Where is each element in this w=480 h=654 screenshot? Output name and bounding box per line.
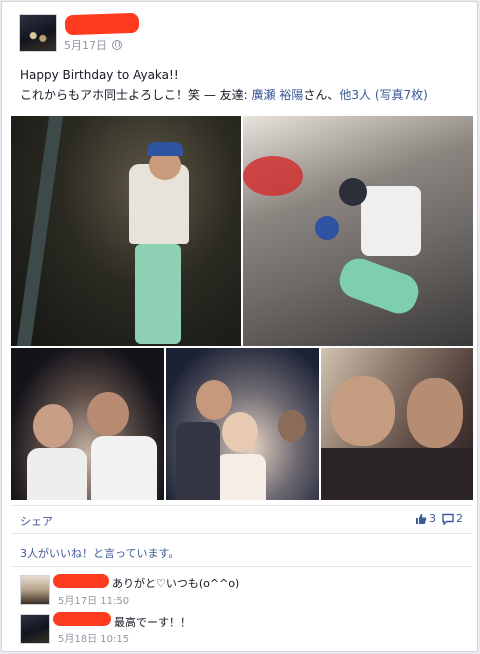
thumbs-up-icon (416, 513, 427, 524)
comment-text: 最高でーす！！ (114, 616, 191, 629)
photo-count-link[interactable]: (写真7枚) (375, 88, 428, 102)
comment-count-button[interactable]: 2 (442, 512, 463, 525)
commenter-avatar[interactable] (20, 614, 50, 644)
engagement-counts: 3 2 (415, 512, 463, 525)
post-text-body: これからもアホ同士よろしこ！笑 — 友達: (20, 88, 252, 102)
globe-icon[interactable] (112, 40, 122, 50)
comment-time[interactable]: 5月17日 11:50 (58, 592, 129, 607)
photo-4[interactable] (166, 348, 319, 500)
commenter-name-redacted (53, 574, 109, 588)
tag-separator: さん、 (303, 88, 340, 102)
share-button[interactable]: シェア (20, 513, 53, 529)
photo-3[interactable] (11, 348, 164, 500)
post-text-line2: これからもアホ同士よろしこ！笑 — 友達: 廣瀬 裕陽さん、他3人 (写真7枚) (20, 86, 428, 103)
divider (11, 505, 471, 506)
photo-1[interactable] (11, 116, 241, 346)
divider (11, 533, 471, 534)
author-name-redacted (64, 12, 140, 36)
divider (11, 566, 471, 567)
commenter-name-redacted (53, 612, 111, 626)
author-avatar[interactable] (19, 14, 57, 52)
photo-5[interactable] (321, 348, 473, 500)
tagged-friend-link[interactable]: 廣瀬 裕陽 (252, 88, 304, 102)
like-count: 3 (429, 512, 436, 525)
comment-count: 2 (456, 512, 463, 525)
commenter-avatar[interactable] (20, 575, 50, 605)
post-date[interactable]: 5月17日 (64, 37, 107, 53)
post-text-line1: Happy Birthday to Ayaka!! (20, 68, 179, 82)
comment-text: ありがと♡いつも(o^^o) (112, 577, 240, 590)
like-count-button[interactable]: 3 (415, 512, 436, 525)
comment-icon (442, 513, 454, 525)
tagged-others-link[interactable]: 他3人 (339, 88, 371, 102)
post-meta: 5月17日 (64, 37, 122, 53)
likes-summary-link[interactable]: 3人がいいね！と言っています。 (20, 545, 179, 561)
photo-2[interactable] (243, 116, 473, 346)
comment-time[interactable]: 5月18日 10:15 (58, 630, 129, 645)
post-card: 5月17日 Happy Birthday to Ayaka!! これからもアホ同… (1, 1, 478, 652)
